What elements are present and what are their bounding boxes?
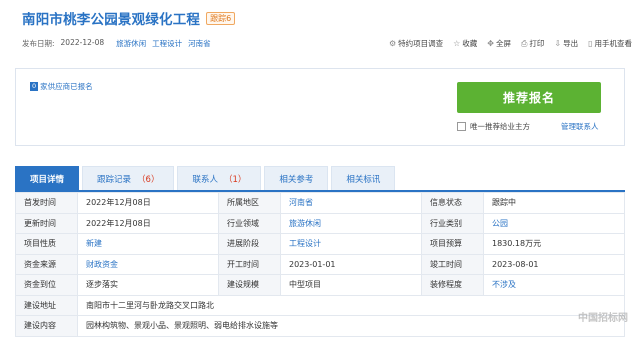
title-row: 南阳市桃李公园景观绿化工程 跟踪6 — [22, 8, 236, 28]
settings-icon: ⚙ — [388, 39, 397, 48]
field-label: 资金来源 — [15, 253, 78, 275]
table-row: 建设内容 园林构筑物、景观小品、景观照明、弱电给排水设施等 — [15, 315, 625, 337]
field-label: 进展阶段 — [218, 233, 281, 255]
detail-tabs: 项目详情 跟踪记录 （6） 联系人 （1） 相关参考 相关标讯 — [15, 166, 396, 190]
field-value-address: 南阳市十二里河与卧龙路交叉口路北 — [77, 294, 625, 316]
star-icon: ☆ — [453, 39, 461, 48]
field-value-link[interactable]: 财政资金 — [77, 253, 219, 275]
export-label: 导出 — [563, 39, 579, 48]
field-value-link[interactable]: 不涉及 — [483, 274, 625, 296]
tab-count: （1） — [223, 174, 247, 185]
toolbar: ⚙ 特约项目调查 ☆ 收藏 ✥ 全屏 ⎙ 打印 ⇩ 导出 ▯ 用手机查看 — [389, 38, 632, 49]
favorite-button[interactable]: ☆ 收藏 — [453, 38, 477, 49]
print-icon: ⎙ — [520, 38, 528, 48]
print-label: 打印 — [529, 39, 545, 48]
field-label: 建设规模 — [218, 274, 281, 296]
publish-label: 发布日期: — [22, 39, 55, 48]
manage-contacts-link[interactable]: 管理联系人 — [561, 121, 599, 132]
tab-label: 联系人 — [192, 174, 218, 185]
recommend-signup-button[interactable]: 推荐报名 — [457, 82, 601, 113]
field-value: 1830.18万元 — [483, 233, 625, 255]
field-value-link[interactable]: 工程设计 — [280, 233, 422, 255]
tab-label: 相关参考 — [279, 174, 314, 185]
supplier-count: 0 — [30, 82, 39, 91]
mobile-view-button[interactable]: ▯ 用手机查看 — [588, 38, 632, 49]
signup-panel: 0 家供应商已报名 推荐报名 唯一推荐给业主方 管理联系人 — [15, 68, 625, 146]
exclusive-recommend-label: 唯一推荐给业主方 — [470, 122, 530, 131]
tab-project-details[interactable]: 项目详情 — [15, 166, 80, 190]
field-label: 所属地区 — [218, 192, 281, 214]
tag-link-industry[interactable]: 旅游休闲 — [116, 38, 146, 49]
field-value-link[interactable]: 河南省 — [280, 192, 422, 214]
favorite-label: 收藏 — [462, 39, 478, 48]
supplier-label: 家供应商已报名 — [40, 82, 93, 91]
field-value-content: 园林构筑物、景观小品、景观照明、弱电给排水设施等 — [77, 315, 625, 337]
table-row: 资金来源 财政资金 开工时间 2023-01-01 竣工时间 2023-08-01 — [15, 253, 625, 275]
table-row: 资金到位 逐步落实 建设规模 中型项目 装修程度 不涉及 — [15, 274, 625, 296]
field-value-link[interactable]: 旅游休闲 — [280, 212, 422, 234]
publish-date: 2022-12-08 — [60, 38, 105, 47]
mobile-icon: ▯ — [588, 39, 593, 48]
field-label: 装修程度 — [421, 274, 484, 296]
field-label: 项目性质 — [15, 233, 78, 255]
print-button[interactable]: ⎙ 打印 — [521, 38, 544, 49]
table-row: 项目性质 新建 进展阶段 工程设计 项目预算 1830.18万元 — [15, 233, 625, 255]
table-row: 建设地址 南阳市十二里河与卧龙路交叉口路北 — [15, 294, 625, 316]
tab-label: 相关标讯 — [346, 174, 381, 185]
watermark: 中国招标网 — [578, 313, 628, 324]
survey-label: 特约项目调查 — [398, 39, 444, 48]
tag-link-region[interactable]: 河南省 — [188, 38, 211, 49]
field-label: 首发时间 — [15, 192, 78, 214]
tab-tracking-records[interactable]: 跟踪记录 （6） — [82, 166, 175, 190]
tab-contacts[interactable]: 联系人 （1） — [177, 166, 262, 190]
field-value: 2023-08-01 — [483, 253, 625, 275]
supplier-count-link[interactable]: 0 家供应商已报名 — [30, 81, 93, 92]
tab-related-tenders[interactable]: 相关标讯 — [331, 166, 396, 190]
tracking-badge[interactable]: 跟踪6 — [206, 11, 236, 25]
meta-row: 发布日期: 2022-12-08 旅游休闲 工程设计 河南省 — [22, 38, 211, 49]
fullscreen-label: 全屏 — [495, 39, 511, 48]
exclusive-recommend-checkbox[interactable] — [457, 122, 466, 131]
field-label: 资金到位 — [15, 274, 78, 296]
field-value: 跟踪中 — [483, 192, 625, 214]
field-label: 更新时间 — [15, 212, 78, 234]
field-label: 建设内容 — [15, 315, 78, 337]
field-value: 逐步落实 — [77, 274, 219, 296]
field-label: 开工时间 — [218, 253, 281, 275]
field-value: 2022年12月08日 — [77, 212, 219, 234]
tag-link-stage[interactable]: 工程设计 — [152, 38, 182, 49]
tab-count: （6） — [137, 174, 160, 185]
field-label: 竣工时间 — [421, 253, 484, 275]
field-value: 2022年12月08日 — [77, 192, 219, 214]
table-row: 首发时间 2022年12月08日 所属地区 河南省 信息状态 跟踪中 — [15, 192, 625, 214]
tab-related-references[interactable]: 相关参考 — [264, 166, 329, 190]
page-title: 南阳市桃李公园景观绿化工程 — [22, 12, 201, 28]
fullscreen-button[interactable]: ✥ 全屏 — [487, 38, 511, 49]
mobile-view-label: 用手机查看 — [594, 39, 633, 48]
field-label: 信息状态 — [421, 192, 484, 214]
field-value-link[interactable]: 新建 — [77, 233, 219, 255]
field-value: 中型项目 — [280, 274, 422, 296]
survey-button[interactable]: ⚙ 特约项目调查 — [389, 38, 443, 49]
field-label: 项目预算 — [421, 233, 484, 255]
tab-label: 项目详情 — [30, 174, 65, 185]
export-button[interactable]: ⇩ 导出 — [554, 38, 578, 49]
table-row: 更新时间 2022年12月08日 行业领域 旅游休闲 行业类别 公园 — [15, 212, 625, 234]
field-value-link[interactable]: 公园 — [483, 212, 625, 234]
export-icon: ⇩ — [554, 39, 562, 48]
exclusive-recommend-option[interactable]: 唯一推荐给业主方 — [457, 121, 530, 132]
tab-label: 跟踪记录 — [97, 174, 132, 185]
field-value: 2023-01-01 — [280, 253, 422, 275]
fullscreen-icon: ✥ — [487, 39, 494, 48]
project-detail-table: 首发时间 2022年12月08日 所属地区 河南省 信息状态 跟踪中 更新时间 2022年12… — [15, 192, 625, 337]
field-label: 行业类别 — [421, 212, 484, 234]
field-label: 建设地址 — [15, 294, 78, 316]
field-label: 行业领域 — [218, 212, 281, 234]
